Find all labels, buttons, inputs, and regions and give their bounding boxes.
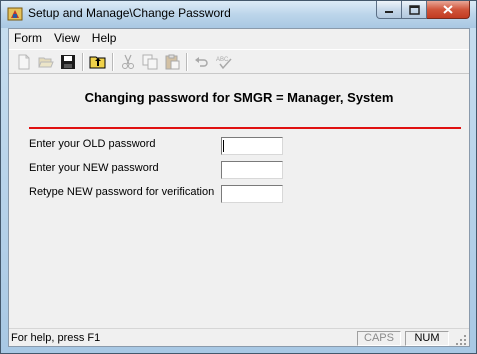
up-folder-icon <box>89 56 106 68</box>
old-password-label: Enter your OLD password <box>29 138 156 150</box>
menu-view[interactable]: View <box>48 29 86 48</box>
form-view: Changing password for SMGR = Manager, Sy… <box>9 75 469 328</box>
open-folder-icon <box>38 57 54 67</box>
caption-buttons <box>376 1 470 20</box>
paste-button[interactable] <box>161 51 183 73</box>
spellcheck-button[interactable]: ABC <box>213 51 235 73</box>
page-title: Changing password for SMGR = Manager, Sy… <box>84 90 394 105</box>
menu-bar: Form View Help <box>9 29 469 48</box>
status-help-text: For help, press F1 <box>11 332 101 344</box>
client-area: Form View Help ABC Changing password for… <box>8 28 470 347</box>
window-title: Setup and Manage\Change Password <box>28 6 231 20</box>
toolbar-separator <box>112 52 114 71</box>
up-folder-button[interactable] <box>87 51 109 73</box>
old-password-field[interactable] <box>221 137 283 155</box>
toolbar-separator <box>186 52 188 71</box>
maximize-icon <box>408 4 420 15</box>
cut-button[interactable] <box>117 51 139 73</box>
svg-text:ABC: ABC <box>216 57 229 63</box>
new-password-field[interactable] <box>221 161 283 179</box>
minimize-icon <box>385 10 393 13</box>
undo-icon <box>195 56 208 67</box>
retype-password-field[interactable] <box>221 185 283 203</box>
spellcheck-icon: ABC <box>216 57 232 69</box>
app-icon[interactable] <box>7 6 23 22</box>
copy-button[interactable] <box>139 51 161 73</box>
cut-icon <box>122 54 134 69</box>
title-bar[interactable]: Setup and Manage\Change Password <box>1 1 476 28</box>
retype-password-label: Retype NEW password for verification <box>29 186 215 198</box>
app-window: Setup and Manage\Change Password Form Vi… <box>0 0 477 354</box>
copy-icon <box>142 54 158 69</box>
new-password-label: Enter your NEW password <box>29 162 159 174</box>
new-button[interactable] <box>13 51 35 73</box>
close-button[interactable] <box>427 1 470 19</box>
divider <box>29 127 461 129</box>
close-icon <box>443 5 453 14</box>
menu-help[interactable]: Help <box>86 29 123 48</box>
resize-grip-icon[interactable] <box>455 334 467 346</box>
save-icon <box>61 54 75 69</box>
open-button[interactable] <box>35 51 57 73</box>
minimize-button[interactable] <box>376 1 402 19</box>
toolbar: ABC <box>9 49 469 74</box>
status-bar: For help, press F1 CAPS NUM <box>9 328 469 347</box>
new-document-icon <box>18 54 30 69</box>
maximize-button[interactable] <box>402 1 427 19</box>
menu-form[interactable]: Form <box>9 29 48 48</box>
undo-button[interactable] <box>191 51 213 73</box>
caps-lock-indicator: CAPS <box>357 331 401 346</box>
save-button[interactable] <box>57 51 79 73</box>
text-caret <box>223 140 224 152</box>
toolbar-separator <box>82 52 84 71</box>
paste-icon <box>165 54 180 69</box>
num-lock-indicator: NUM <box>405 331 449 346</box>
